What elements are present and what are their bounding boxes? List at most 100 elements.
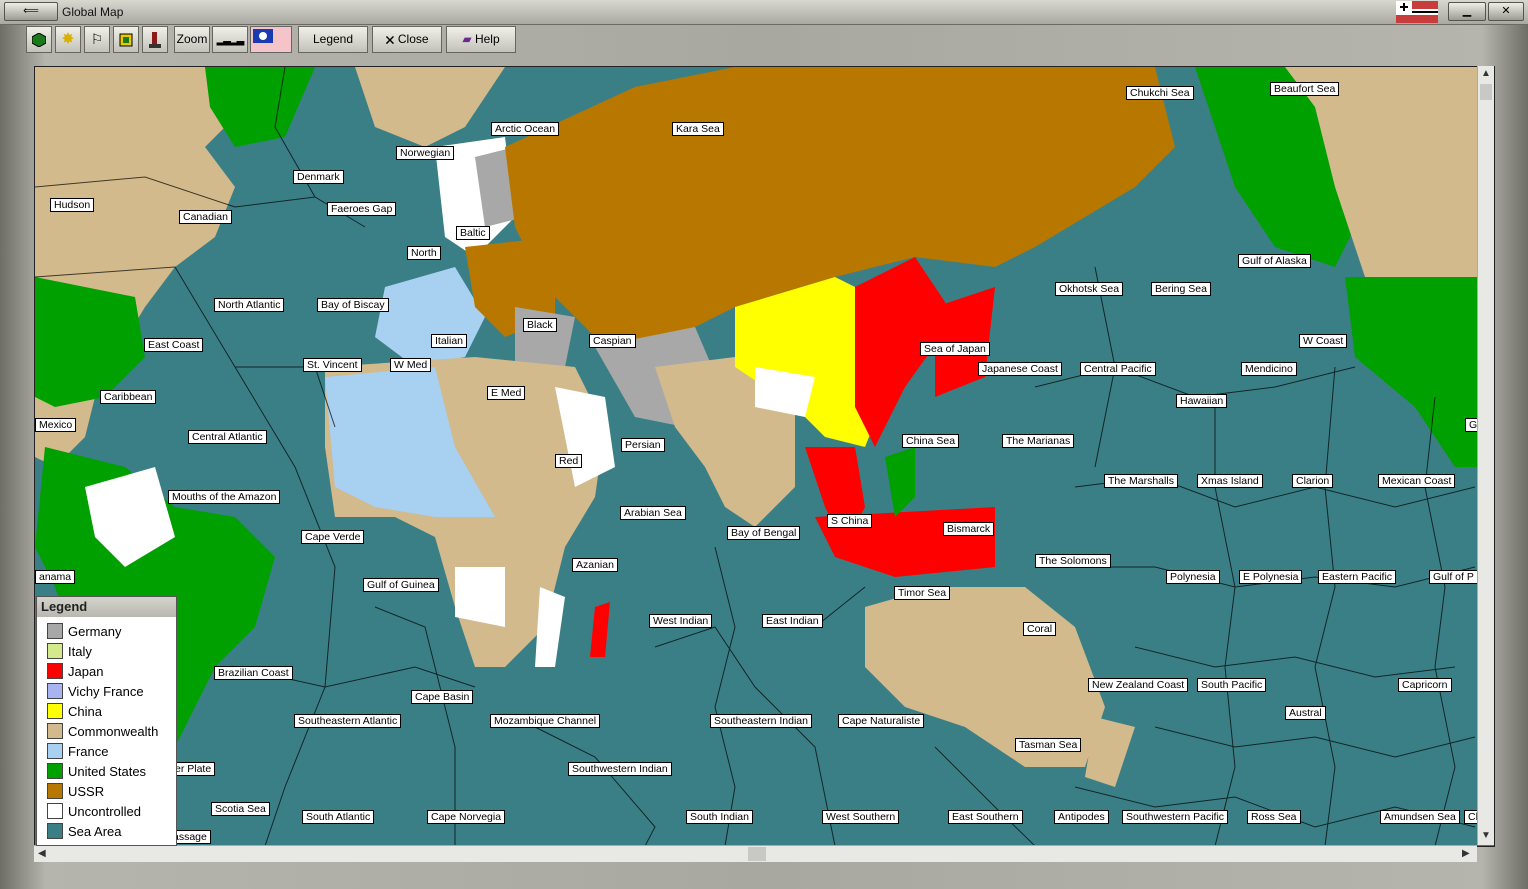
sea-label[interactable]: Persian xyxy=(621,438,665,452)
sea-label[interactable]: The Marianas xyxy=(1002,434,1075,448)
sea-label[interactable]: Bering Sea xyxy=(1151,282,1211,296)
sea-label[interactable]: Denmark xyxy=(293,170,344,184)
sea-label[interactable]: Red xyxy=(555,454,583,468)
sea-label[interactable]: China Sea xyxy=(902,434,960,448)
sea-label[interactable]: Kara Sea xyxy=(672,122,724,136)
vertical-scroll-thumb[interactable] xyxy=(1480,84,1492,100)
sea-label[interactable]: The Solomons xyxy=(1035,554,1111,568)
sea-label[interactable]: Faeroes Gap xyxy=(327,202,397,216)
star-icon[interactable]: ✸ xyxy=(55,26,81,53)
sea-label[interactable]: Ross Sea xyxy=(1247,810,1301,824)
sea-label[interactable]: Caspian xyxy=(589,334,636,348)
sea-label[interactable]: W Coast xyxy=(1299,334,1348,348)
sea-label[interactable]: Southeastern Indian xyxy=(710,714,812,728)
sea-label[interactable]: Italian xyxy=(431,334,468,348)
sea-label[interactable]: Okhotsk Sea xyxy=(1055,282,1124,296)
world-map[interactable]: Arctic Ocean Kara Sea Chukchi Sea Beaufo… xyxy=(34,66,1495,847)
horizontal-scrollbar[interactable]: ◀ ▶ xyxy=(34,845,1477,862)
sea-label[interactable]: Black xyxy=(523,318,557,332)
sea-label[interactable]: Baltic xyxy=(456,226,490,240)
sea-label[interactable]: Central Pacific xyxy=(1080,362,1156,376)
sea-label[interactable]: Arabian Sea xyxy=(620,506,686,520)
units-icon[interactable]: ▂▃▂▃ xyxy=(212,26,248,53)
sea-label[interactable]: North xyxy=(407,246,441,260)
sea-label[interactable]: Cape Verde xyxy=(301,530,365,544)
scroll-left-icon[interactable]: ◀ xyxy=(38,848,46,859)
window-menu-button[interactable]: ⟸ xyxy=(4,2,58,21)
sea-label[interactable]: er Plate xyxy=(171,762,216,776)
sea-label[interactable]: Azanian xyxy=(572,558,618,572)
sea-label[interactable]: St. Vincent xyxy=(303,358,362,372)
sea-label[interactable]: Gulf of Guinea xyxy=(363,578,439,592)
help-button[interactable]: ▰ Help xyxy=(446,26,516,53)
sea-label[interactable]: Japanese Coast xyxy=(978,362,1062,376)
sea-label[interactable]: Cape Naturaliste xyxy=(838,714,925,728)
horizontal-scroll-thumb[interactable] xyxy=(748,847,766,861)
sea-label[interactable]: The Marshalls xyxy=(1104,474,1178,488)
sea-label[interactable]: West Southern xyxy=(822,810,900,824)
minimize-button[interactable]: ▁ xyxy=(1448,2,1486,21)
zoom-button[interactable]: Zoom xyxy=(174,26,210,53)
sea-label[interactable]: S China xyxy=(827,514,873,528)
sea-label[interactable]: E Med xyxy=(487,386,526,400)
title-bar[interactable]: ⟸ Global Map ▁ ✕ xyxy=(0,0,1528,25)
sea-label[interactable]: Coral xyxy=(1023,622,1057,636)
sea-label[interactable]: Bay of Bengal xyxy=(727,526,801,540)
sea-label[interactable]: Sea of Japan xyxy=(920,342,990,356)
sea-label[interactable]: West Indian xyxy=(649,614,713,628)
sea-label[interactable]: anama xyxy=(35,570,76,584)
sea-label[interactable]: Xmas Island xyxy=(1197,474,1263,488)
sea-label[interactable]: W Med xyxy=(390,358,432,372)
scroll-right-icon[interactable]: ▶ xyxy=(1462,848,1470,859)
sea-label[interactable]: East Coast xyxy=(144,338,204,352)
sea-label[interactable]: Timor Sea xyxy=(894,586,951,600)
sea-label[interactable]: Arctic Ocean xyxy=(491,122,560,136)
sea-label[interactable]: Mouths of the Amazon xyxy=(168,490,281,504)
sea-label[interactable]: Bismarck xyxy=(943,522,995,536)
sea-label[interactable]: South Pacific xyxy=(1197,678,1267,692)
sea-label[interactable]: Southwestern Indian xyxy=(568,762,672,776)
sea-label[interactable]: Mexican Coast xyxy=(1378,474,1456,488)
sea-label[interactable]: Amundsen Sea xyxy=(1380,810,1460,824)
sea-label[interactable]: Bay of Biscay xyxy=(317,298,389,312)
sea-label[interactable]: Chukchi Sea xyxy=(1126,86,1194,100)
china-flag-icon[interactable] xyxy=(250,26,292,53)
scroll-down-icon[interactable]: ▼ xyxy=(1481,830,1491,841)
sea-label[interactable]: Hawaiian xyxy=(1176,394,1228,408)
legend-button[interactable]: Legend xyxy=(298,26,368,53)
sea-label[interactable]: South Atlantic xyxy=(302,810,375,824)
sea-label[interactable]: Polynesia xyxy=(1166,570,1220,584)
map-canvas[interactable] xyxy=(35,67,1494,846)
sea-label[interactable]: Canadian xyxy=(179,210,232,224)
sea-label[interactable]: Clarion xyxy=(1292,474,1334,488)
sea-label[interactable]: Caribbean xyxy=(100,390,157,404)
sea-label[interactable]: Antipodes xyxy=(1054,810,1109,824)
sea-label[interactable]: Norwegian xyxy=(396,146,455,160)
sea-label[interactable]: Cape Basin xyxy=(411,690,474,704)
sea-label[interactable]: East Indian xyxy=(762,614,823,628)
fortress-icon[interactable] xyxy=(113,26,139,53)
sea-label[interactable]: East Southern xyxy=(948,810,1023,824)
vertical-scrollbar[interactable]: ▲ ▼ xyxy=(1477,66,1494,845)
sea-label[interactable]: Eastern Pacific xyxy=(1318,570,1397,584)
sea-label[interactable]: Southwestern Pacific xyxy=(1122,810,1229,824)
sea-label[interactable]: Central Atlantic xyxy=(188,430,267,444)
sea-label[interactable]: North Atlantic xyxy=(214,298,285,312)
factory-icon[interactable] xyxy=(142,26,168,53)
sea-label[interactable]: Capricorn xyxy=(1398,678,1452,692)
sea-label[interactable]: Mexico xyxy=(35,418,77,432)
sea-label[interactable]: Tasman Sea xyxy=(1015,738,1082,752)
sea-label[interactable]: E Polynesia xyxy=(1239,570,1303,584)
hex-icon[interactable] xyxy=(26,26,52,53)
flag-icon[interactable]: ⚐ xyxy=(84,26,110,53)
sea-label[interactable]: Cape Norvegia xyxy=(427,810,506,824)
sea-label[interactable]: Scotia Sea xyxy=(211,802,270,816)
sea-label[interactable]: Gulf of Alaska xyxy=(1238,254,1311,268)
sea-label[interactable]: Hudson xyxy=(50,198,95,212)
sea-label[interactable]: Gulf of P xyxy=(1429,570,1478,584)
sea-label[interactable]: Austral xyxy=(1285,706,1326,720)
sea-label[interactable]: Brazilian Coast xyxy=(214,666,293,680)
sea-label[interactable]: Beaufort Sea xyxy=(1270,82,1340,96)
close-button[interactable]: 🗙 Close xyxy=(372,26,442,53)
sea-label[interactable]: New Zealand Coast xyxy=(1088,678,1189,692)
